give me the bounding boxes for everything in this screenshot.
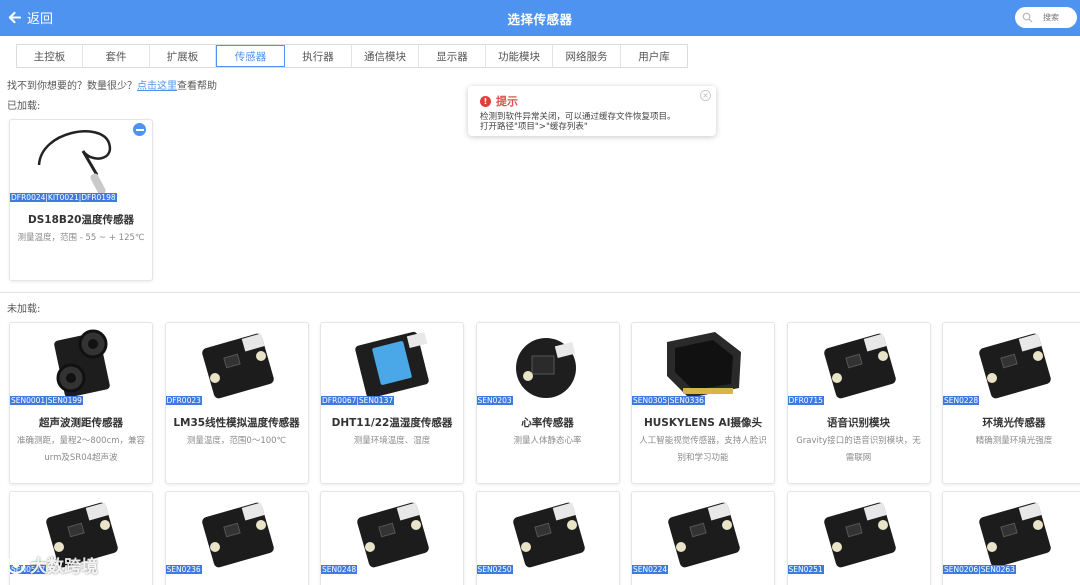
sku-badge: SEN0203 — [476, 396, 513, 405]
search-box[interactable] — [1015, 7, 1080, 28]
watermark-text: 大数跨境 — [30, 557, 98, 577]
sku-badge: SEN0248 — [321, 565, 358, 574]
tab-0[interactable]: 主控板 — [17, 45, 83, 67]
sensor-description: 精确测量环境光强度 — [975, 436, 1053, 446]
sensor-image: SEN0203 — [476, 323, 619, 405]
unloaded-section-label: 未加载: — [7, 304, 41, 315]
help-link[interactable]: 点击这里 — [137, 81, 177, 92]
sensor-image: SEN0305|SEN0336 — [632, 323, 774, 405]
sensor-card[interactable]: DFR0024|KIT0021|DFR0198 DS18B20温度传感器测量温度，… — [9, 119, 153, 281]
tab-4[interactable]: 执行器 — [285, 45, 352, 67]
tab-8[interactable]: 网络服务 — [553, 45, 621, 67]
toast-title: 提示 — [496, 95, 518, 108]
sensor-image: SEN0236 — [165, 492, 308, 574]
sensor-title: DHT11/22温湿度传感器 — [331, 417, 453, 429]
sku-badge: SEN0206|SEN0263 — [943, 565, 1016, 574]
error-icon: ! — [480, 95, 491, 107]
tab-3[interactable]: 传感器 — [216, 45, 285, 67]
sensor-title: 语音识别模块 — [827, 417, 890, 429]
sensor-card[interactable]: SEN0206|SEN0263 — [942, 491, 1080, 585]
sensor-card[interactable]: SEN0001|SEN0199 超声波测距传感器准确测距，量程2～800cm，兼容… — [9, 322, 153, 484]
sensor-image: DFR0024|KIT0021|DFR0198 — [10, 120, 152, 202]
tab-5[interactable]: 通信模块 — [352, 45, 419, 67]
sensor-description: 测量温度，范围 - 55 ~ + 125℃ — [17, 233, 145, 243]
search-icon — [1022, 12, 1033, 23]
sensor-image: SEN0248 — [321, 492, 463, 574]
page-title: 选择传感器 — [507, 12, 573, 27]
sensor-card[interactable]: SEN0251 — [786, 491, 931, 585]
sku-badge: DFR0715 — [787, 396, 824, 405]
sensor-image: SEN0250 — [476, 492, 619, 574]
sku-badge: SEN0001|SEN0199 — [10, 396, 83, 405]
sensor-card[interactable]: SEN0250 — [475, 491, 620, 585]
sku-badge: SEN0250 — [476, 565, 513, 574]
sensor-description: 测量温度，范围0～100℃ — [186, 436, 287, 446]
sensor-description: 准确测距，量程2～800cm，兼容urm及SR04超声波 — [16, 436, 146, 463]
sensor-card[interactable]: SEN0228 环境光传感器 精确测量环境光强度 — [942, 322, 1080, 484]
sensor-image: DFR0067|SEN0137 — [321, 323, 463, 405]
sensor-image: SEN0251 — [787, 492, 930, 574]
sensor-card[interactable]: DFR0067|SEN0137 DHT11/22温湿度传感器 测量环境温度、湿度 — [320, 322, 464, 484]
sensor-title: LM35线性模拟温度传感器 — [173, 417, 300, 429]
sensor-description: 人工智能视觉传感器，支持人脸识别和学习功能 — [639, 436, 767, 463]
tab-2[interactable]: 扩展板 — [150, 45, 216, 67]
sensor-image: SEN0206|SEN0263 — [943, 492, 1080, 574]
sensor-card[interactable]: SEN0305|SEN0336 HUSKYLENS AI摄像头人工智能视觉传感器，… — [631, 322, 775, 484]
sensor-card[interactable]: DFR0715 语音识别模块 Gravity接口的语音识别模块，无需联网 — [786, 322, 931, 484]
search-input[interactable] — [1043, 13, 1080, 22]
sensor-card[interactable]: SEN0203 心率传感器测量人体静态心率 — [475, 322, 620, 484]
sensor-description: 测量人体静态心率 — [513, 436, 582, 446]
watermark-logo-icon — [7, 555, 25, 574]
sku-badge: DFR0067|SEN0137 — [321, 396, 395, 405]
help-suffix: 查看帮助 — [177, 81, 217, 92]
minus-icon — [135, 128, 144, 131]
sensor-image: DFR0715 — [787, 323, 930, 405]
sensor-title: HUSKYLENS AI摄像头 — [643, 417, 763, 429]
sku-badge: DFR0023 — [165, 396, 202, 405]
sensor-image: DFR0023 — [165, 323, 308, 405]
close-icon[interactable]: × — [700, 90, 711, 101]
toast-title-row: ! 提示 — [480, 93, 704, 109]
sensor-title: 环境光传感器 — [982, 417, 1046, 429]
tab-7[interactable]: 功能模块 — [486, 45, 553, 67]
toast-line-2: 打开路径"项目">"缓存列表" — [480, 122, 588, 132]
sensor-card[interactable]: DFR0023 LM35线性模拟温度传感器 测量温度，范围0～100℃ — [164, 322, 309, 484]
tab-9[interactable]: 用户库 — [621, 45, 687, 67]
sensor-title: 心率传感器 — [521, 417, 574, 429]
loaded-section-label: 已加载: — [7, 101, 41, 112]
sensor-title: DS18B20温度传感器 — [27, 214, 134, 226]
top-bar: 返回 选择传感器 — [0, 0, 1080, 36]
sensor-image: SEN0224 — [632, 492, 774, 574]
sku-badge: SEN0251 — [787, 565, 824, 574]
sku-badge: DFR0024|KIT0021|DFR0198 — [10, 193, 117, 202]
sensor-description: Gravity接口的语音识别模块，无需联网 — [796, 436, 921, 463]
sku-badge: SEN0305|SEN0336 — [632, 396, 705, 405]
sku-badge: SEN0228 — [943, 396, 980, 405]
sensor-card[interactable]: SEN0236 — [164, 491, 309, 585]
tab-6[interactable]: 显示器 — [419, 45, 486, 67]
help-text: 找不到你想要的？数量很少？点击这里查看帮助 — [7, 77, 217, 92]
toast-line-1: 检测到软件异常关闭，可以通过缓存文件恢复项目。 — [480, 112, 676, 122]
help-prefix: 找不到你想要的？数量很少？ — [7, 81, 137, 92]
tab-1[interactable]: 套件 — [83, 45, 150, 67]
sensor-card[interactable]: SEN0224 — [631, 491, 775, 585]
watermark: 大数跨境 — [6, 552, 98, 577]
sku-badge: SEN0236 — [165, 565, 202, 574]
section-divider — [0, 292, 1080, 293]
remove-button[interactable] — [132, 122, 147, 137]
sensor-card[interactable]: SEN0248 — [320, 491, 464, 585]
category-tabs: 主控板 套件 扩展板 传感器 执行器 通信模块 显示器 功能模块 网络服务 用户库 — [16, 44, 688, 68]
sensor-title: 超声波测距传感器 — [39, 417, 123, 429]
sensor-description: 测量环境温度、湿度 — [353, 436, 431, 446]
sensor-image: SEN0228 — [943, 323, 1080, 405]
notice-toast: ! 提示 检测到软件异常关闭，可以通过缓存文件恢复项目。 打开路径"项目">"缓… — [468, 86, 716, 136]
sku-badge: SEN0224 — [632, 565, 669, 574]
sensor-image: SEN0001|SEN0199 — [10, 323, 152, 405]
